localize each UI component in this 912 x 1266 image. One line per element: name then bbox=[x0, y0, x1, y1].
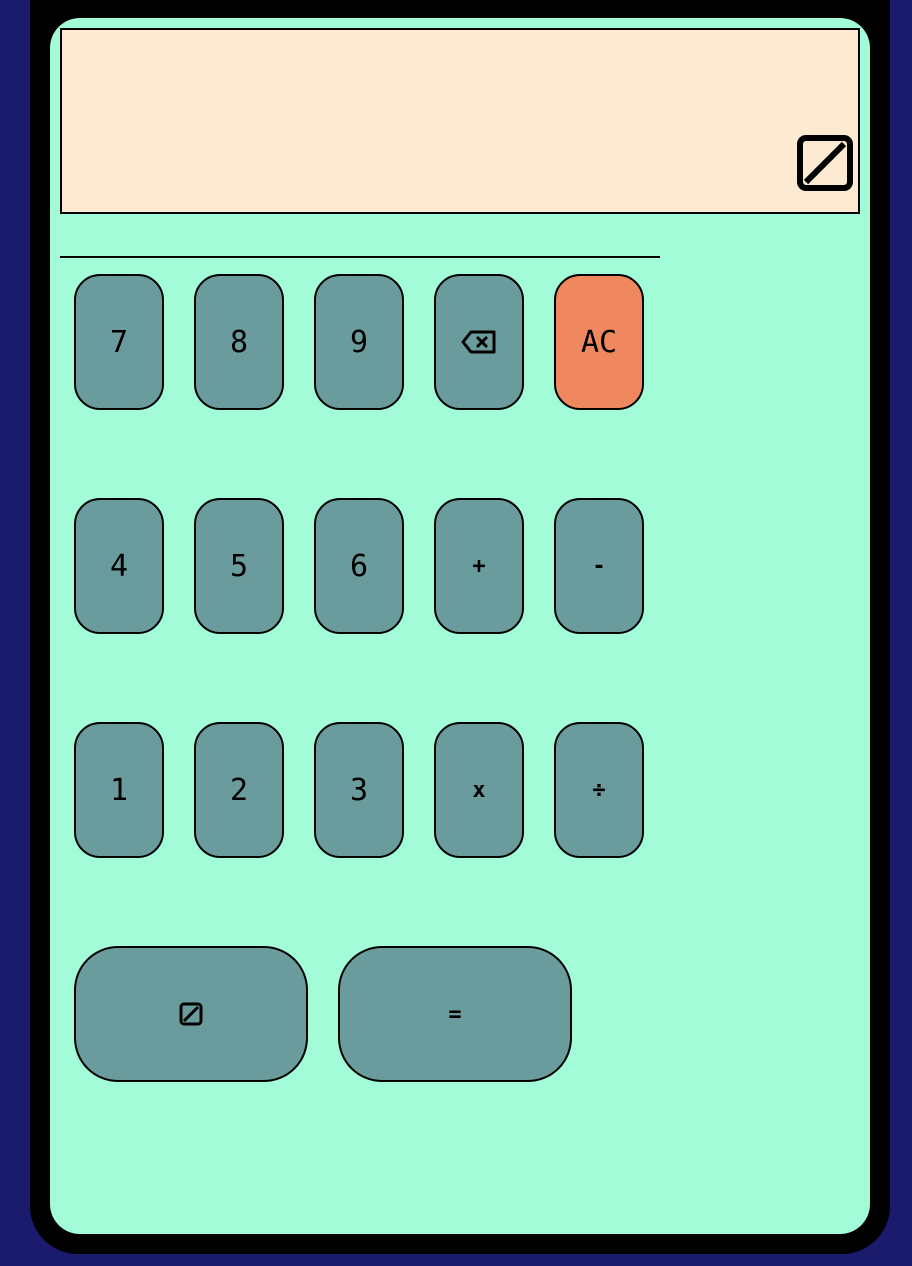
divide-button[interactable]: ÷ bbox=[554, 722, 644, 858]
key-3[interactable]: 3 bbox=[314, 722, 404, 858]
zero-slash-icon bbox=[179, 1002, 203, 1026]
result-display bbox=[60, 28, 860, 214]
all-clear-button[interactable]: AC bbox=[554, 274, 644, 410]
calculator-body: 7 8 9 AC 4 5 6 + - 1 2 3 x ÷ = bbox=[50, 18, 870, 1234]
equals-button[interactable]: = bbox=[338, 946, 572, 1082]
keypad-divider bbox=[60, 256, 660, 258]
add-button[interactable]: + bbox=[434, 498, 524, 634]
key-8[interactable]: 8 bbox=[194, 274, 284, 410]
backspace-button[interactable] bbox=[434, 274, 524, 410]
backspace-icon bbox=[461, 330, 496, 354]
key-2[interactable]: 2 bbox=[194, 722, 284, 858]
key-1[interactable]: 1 bbox=[74, 722, 164, 858]
key-0[interactable] bbox=[74, 946, 308, 1082]
subtract-button[interactable]: - bbox=[554, 498, 644, 634]
zero-slash-icon bbox=[797, 135, 853, 191]
key-7[interactable]: 7 bbox=[74, 274, 164, 410]
key-5[interactable]: 5 bbox=[194, 498, 284, 634]
key-9[interactable]: 9 bbox=[314, 274, 404, 410]
key-6[interactable]: 6 bbox=[314, 498, 404, 634]
key-4[interactable]: 4 bbox=[74, 498, 164, 634]
calculator-device: 7 8 9 AC 4 5 6 + - 1 2 3 x ÷ = bbox=[30, 0, 890, 1254]
multiply-button[interactable]: x bbox=[434, 722, 524, 858]
